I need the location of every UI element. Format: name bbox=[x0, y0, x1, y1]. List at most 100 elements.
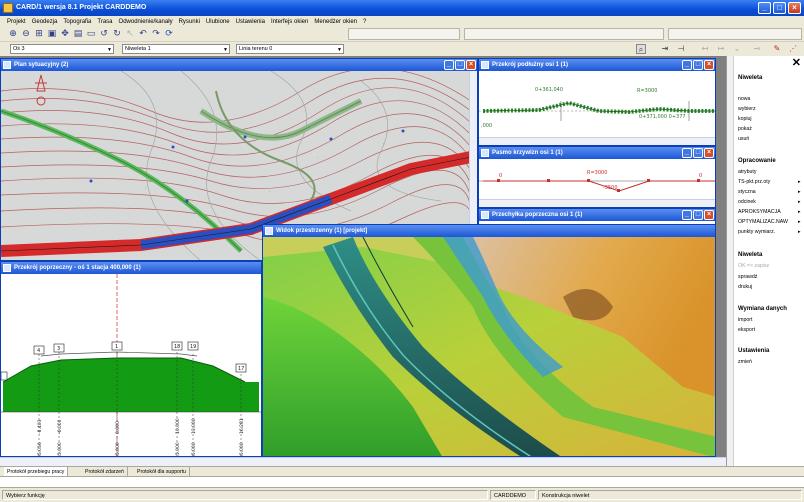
rotate-left-icon[interactable]: ↺ bbox=[99, 29, 109, 39]
3d-view-window[interactable]: Widok przestrzenny (1) [projekt] bbox=[262, 224, 716, 457]
maximize-button[interactable]: □ bbox=[773, 2, 786, 14]
curvature-drawing[interactable]: 0 R=3000 -3500 0 bbox=[479, 159, 716, 201]
cmd-eksport[interactable]: eksport bbox=[738, 327, 755, 333]
cmd-ts-pkt[interactable]: TS-pkt.prz.oty ▸ bbox=[738, 179, 801, 185]
close-button[interactable]: × bbox=[788, 2, 801, 14]
cmd-import[interactable]: import bbox=[738, 317, 752, 323]
menu-ustawienia[interactable]: Ustawienia bbox=[233, 19, 268, 25]
cross-section-window[interactable]: Przekrój poprzeczny - oś 1 stacja 400,00… bbox=[0, 261, 262, 457]
zoom-window-icon[interactable]: ▣ bbox=[47, 29, 57, 39]
maximize-icon[interactable]: □ bbox=[693, 148, 703, 158]
close-icon[interactable]: × bbox=[704, 210, 714, 220]
zoom-out-icon[interactable]: ⊖ bbox=[21, 29, 31, 39]
svg-text:·: · bbox=[269, 189, 270, 194]
menu-projekt[interactable]: Projekt bbox=[4, 19, 29, 25]
menu-topografia[interactable]: Topografia bbox=[60, 19, 94, 25]
maximize-icon[interactable]: □ bbox=[693, 60, 703, 70]
axis-select-value: Oś 3 bbox=[13, 46, 25, 52]
niweleta-select[interactable]: Niweleta 1 ▼ bbox=[122, 44, 230, 54]
insert-point-icon[interactable]: ⇥ bbox=[660, 44, 670, 54]
pointer-icon[interactable]: ↖ bbox=[125, 29, 135, 39]
terrain-line-select[interactable]: Linia terenu 0 ▼ bbox=[236, 44, 344, 54]
cmd-drukuj[interactable]: drukuj bbox=[738, 284, 752, 290]
move-right-icon[interactable]: ↦ bbox=[716, 44, 726, 54]
cmd-usun[interactable]: usuń bbox=[738, 136, 749, 142]
cmd-pokaz[interactable]: pokaż bbox=[738, 126, 752, 132]
cross-section-canvas[interactable]: 4 3 1 18 19 17 -8.403 -6.000 0.000 10.00… bbox=[1, 274, 262, 457]
3d-view-canvas-wrap[interactable] bbox=[263, 236, 716, 457]
menu-odwodnienie[interactable]: Odwodnienie/kanały bbox=[116, 19, 176, 25]
zoom-in-icon[interactable]: ⊕ bbox=[8, 29, 18, 39]
redo-icon[interactable]: ↷ bbox=[151, 29, 161, 39]
arrow-down-icon[interactable]: ⌄ bbox=[732, 44, 742, 54]
curvature-window-titlebar[interactable]: Pasmo krzywizn osi 1 (1) _ □ × bbox=[479, 147, 715, 159]
zoom-extents-icon[interactable]: ⊞ bbox=[34, 29, 44, 39]
redraw-icon[interactable]: ▤ bbox=[73, 29, 83, 39]
3d-view-window-titlebar[interactable]: Widok przestrzenny (1) [projekt] bbox=[263, 225, 715, 237]
cmd-atrybuty[interactable]: atrybuty bbox=[738, 169, 756, 175]
close-panel-icon[interactable]: ✕ bbox=[792, 58, 801, 69]
minimize-icon[interactable]: _ bbox=[682, 148, 692, 158]
move-left-icon[interactable]: ↤ bbox=[700, 44, 710, 54]
workspace-horizontal-scrollbar[interactable] bbox=[0, 457, 726, 466]
cmd-sprawdz[interactable]: sprawdź bbox=[738, 274, 757, 280]
terrain-line-select-value: Linia terenu 0 bbox=[239, 46, 273, 52]
rotate-right-icon[interactable]: ↻ bbox=[112, 29, 122, 39]
close-icon[interactable]: × bbox=[466, 60, 476, 70]
pin-icon[interactable]: ⊸ bbox=[752, 44, 762, 54]
undo-icon[interactable]: ↶ bbox=[138, 29, 148, 39]
superelevation-window-titlebar[interactable]: Przechyłka poprzeczna osi 1 (1) _ □ × bbox=[479, 209, 715, 221]
cmd-styczna[interactable]: styczna ▸ bbox=[738, 189, 801, 195]
maximize-icon[interactable]: □ bbox=[693, 210, 703, 220]
plan-window-titlebar[interactable]: Plan sytuacyjny (2) _ □ × bbox=[1, 59, 477, 71]
profile-canvas[interactable] bbox=[479, 71, 716, 139]
curvature-horizontal-scrollbar[interactable] bbox=[479, 199, 715, 207]
menu-rysunki[interactable]: Rysunki bbox=[176, 19, 203, 25]
cmd-optymalizacja[interactable]: OPTYMALIZAC.NAW ▸ bbox=[738, 219, 801, 225]
curvature-label-end: 0 bbox=[699, 173, 703, 179]
log-output[interactable] bbox=[0, 476, 804, 488]
marker-label: 17 bbox=[238, 366, 244, 372]
menu-ulubione[interactable]: Ulubione bbox=[203, 19, 233, 25]
axis-select[interactable]: Oś 3 ▼ bbox=[10, 44, 114, 54]
minimize-button[interactable]: _ bbox=[758, 2, 771, 14]
binoculars-icon[interactable]: ⌕ bbox=[636, 44, 646, 54]
minimize-icon[interactable]: _ bbox=[444, 60, 454, 70]
minimize-icon[interactable]: _ bbox=[682, 60, 692, 70]
cmd-nowa[interactable]: nowa bbox=[738, 96, 750, 102]
panel-scrollbar[interactable] bbox=[727, 56, 734, 466]
split-icon[interactable]: ⊣ bbox=[676, 44, 686, 54]
section-opracowanie: Opracowanie bbox=[738, 158, 776, 164]
profile-window-titlebar[interactable]: Przekrój podłużny osi 1 (1) _ □ × bbox=[479, 59, 715, 71]
profile-horizontal-scrollbar[interactable] bbox=[479, 137, 715, 145]
profile-label-start: ,000 bbox=[481, 123, 493, 129]
cmd-wybierz[interactable]: wybierz bbox=[738, 106, 756, 112]
cmd-odcinek[interactable]: odcinek ▸ bbox=[738, 199, 801, 205]
cmd-aproksymacja[interactable]: APROKSYMACJA ▸ bbox=[738, 209, 801, 215]
cmd-kopiuj[interactable]: kopiuj bbox=[738, 116, 752, 122]
pan-icon[interactable]: ✥ bbox=[60, 29, 70, 39]
menu-interfejs-okien[interactable]: Interfejs okien bbox=[268, 19, 311, 25]
menu-help[interactable]: ? bbox=[360, 19, 369, 25]
close-icon[interactable]: × bbox=[704, 60, 714, 70]
refresh-icon[interactable]: ⟳ bbox=[164, 29, 174, 39]
menu-geodezja[interactable]: Geodezja bbox=[29, 19, 61, 25]
status-hint: Wybierz funkcję bbox=[2, 490, 488, 500]
pen-options-icon[interactable]: ⋰ bbox=[788, 44, 798, 54]
menu-trasa[interactable]: Trasa bbox=[94, 19, 115, 25]
profile-drawing[interactable]: 0+361,040 R=3000 0+371,000 0+377 ,000 bbox=[479, 71, 716, 139]
curvature-canvas[interactable] bbox=[479, 159, 716, 201]
maximize-icon[interactable]: □ bbox=[455, 60, 465, 70]
profile-window[interactable]: Przekrój podłużny osi 1 (1) _ □ × 0+361,04… bbox=[478, 58, 716, 146]
close-icon[interactable]: × bbox=[704, 148, 714, 158]
cmd-zmien[interactable]: zmień bbox=[738, 359, 752, 365]
minimize-icon[interactable]: _ bbox=[682, 210, 692, 220]
cross-section-window-titlebar[interactable]: Przekrój poprzeczny - oś 1 stacja 400,00… bbox=[1, 262, 261, 274]
curvature-window[interactable]: Pasmo krzywizn osi 1 (1) _ □ × 0 R=3000 -3… bbox=[478, 146, 716, 208]
cross-section-drawing[interactable]: 4 3 1 18 19 17 -8.403 -6.000 0.000 10.00… bbox=[1, 274, 261, 456]
3d-view-canvas[interactable] bbox=[263, 236, 716, 457]
rectangle-icon[interactable]: ▭ bbox=[86, 29, 96, 39]
cmd-punkty-wymiarz[interactable]: punkty wymiarz. ▸ bbox=[738, 229, 801, 235]
menu-menedzer-okien[interactable]: Menedżer okien bbox=[311, 19, 360, 25]
pen-icon[interactable]: ✎ bbox=[772, 44, 782, 54]
